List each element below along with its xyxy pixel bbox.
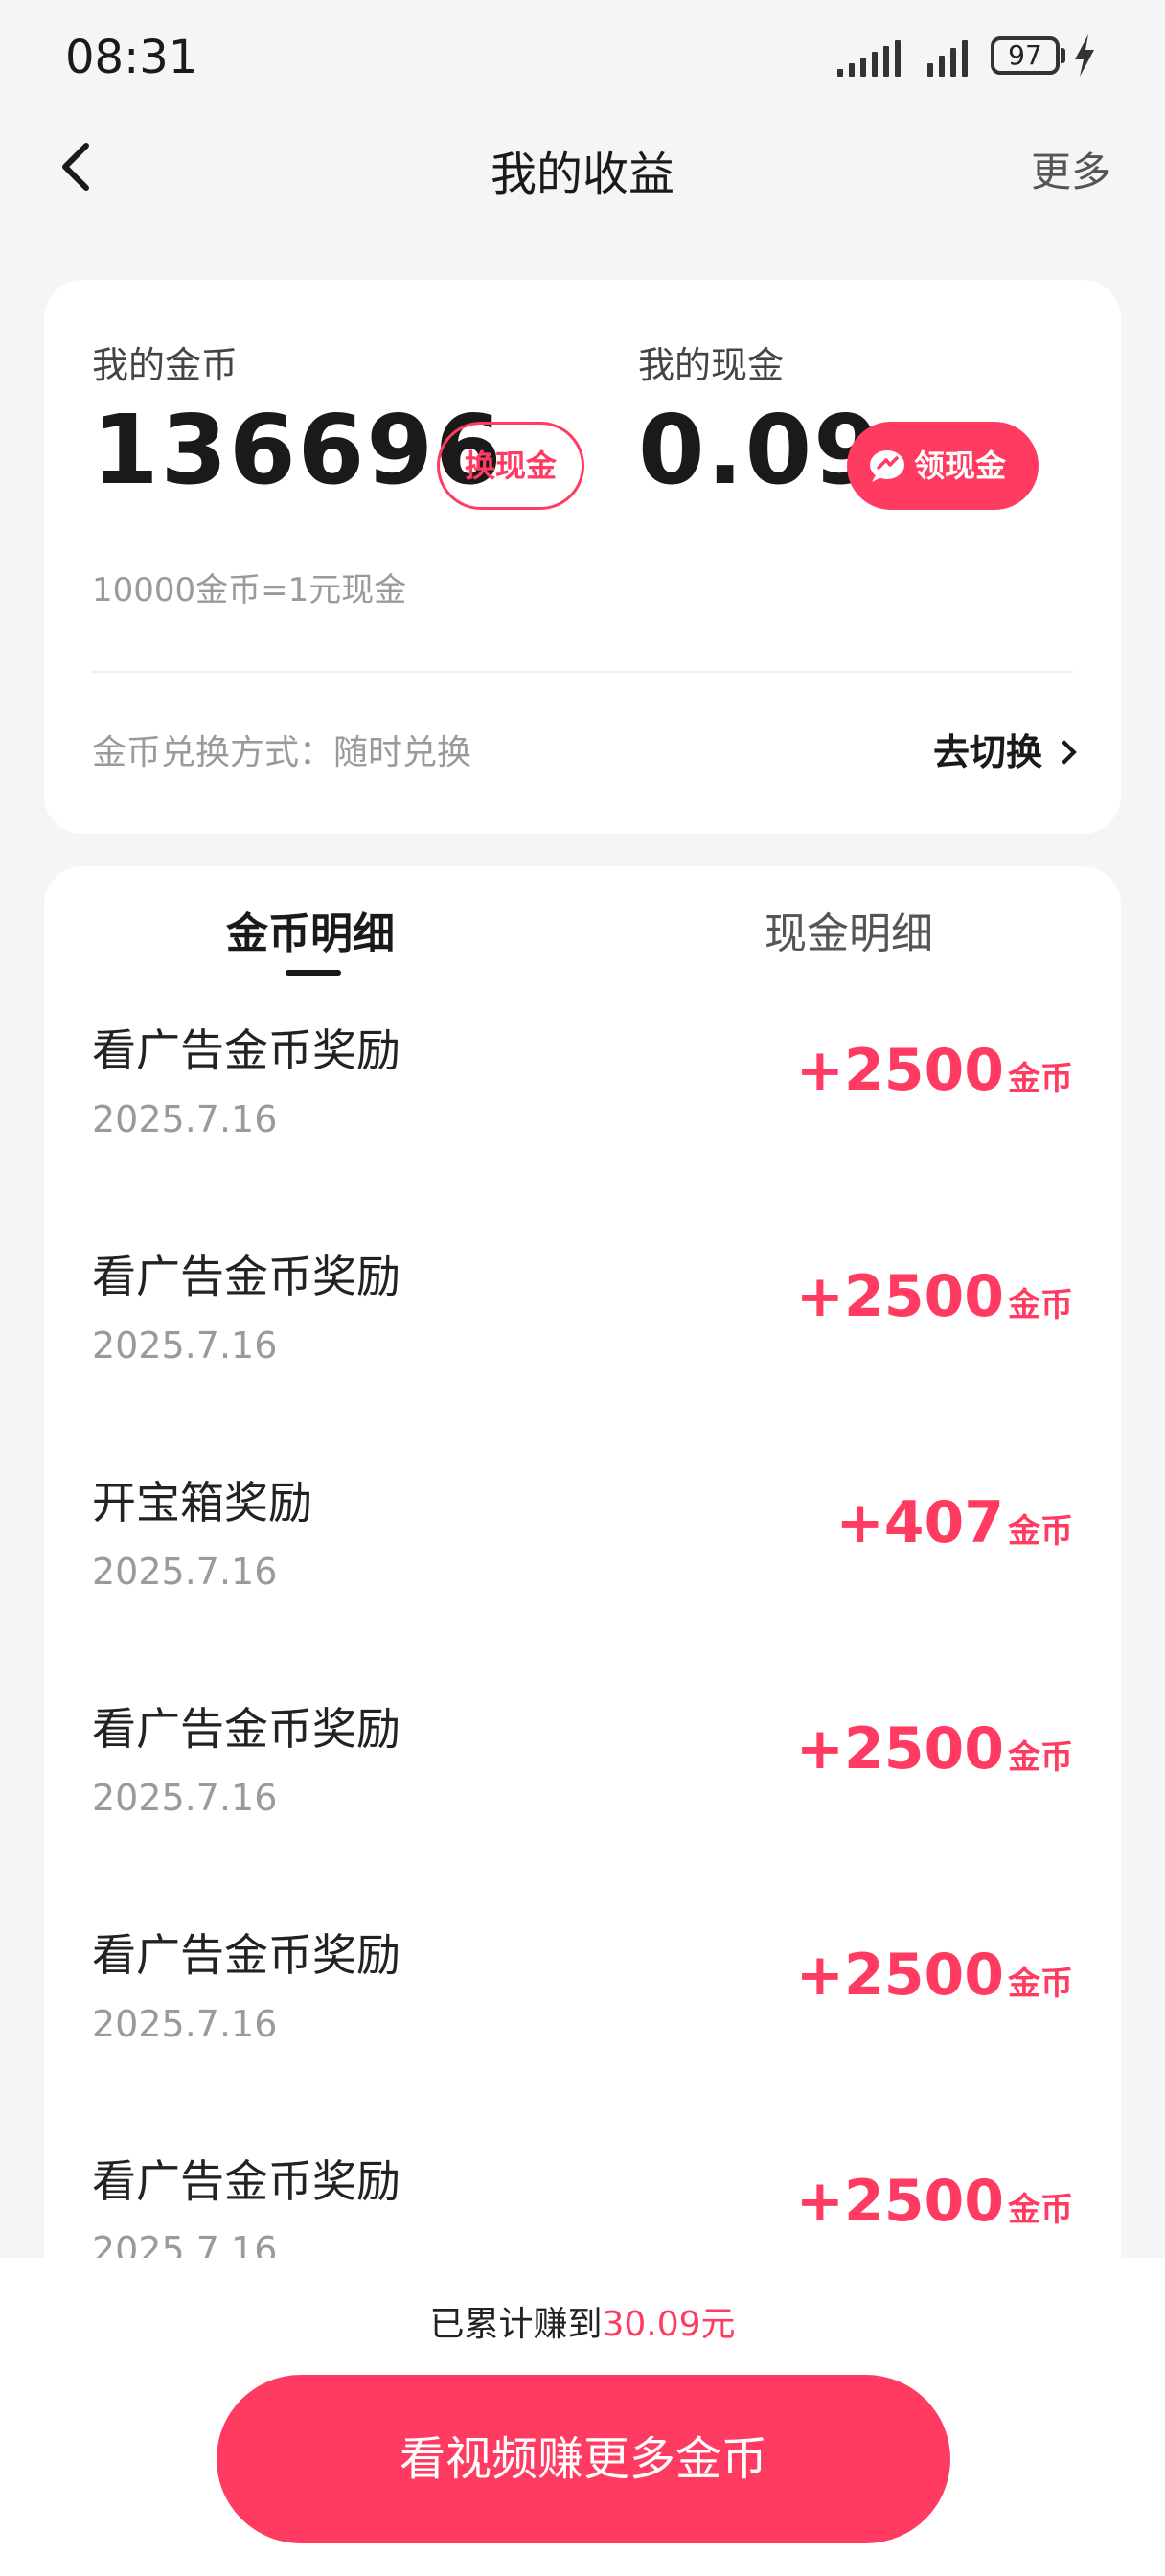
status-time: 08:31 — [65, 31, 198, 84]
battery-tip — [1061, 48, 1065, 63]
signal-icon-2 — [927, 38, 981, 77]
record-amount: +2500 金币 — [796, 1263, 1073, 1330]
record-title: 看广告金币奖励 — [92, 1024, 400, 1076]
record-date: 2025.7.16 — [92, 1777, 278, 1819]
divider — [92, 671, 1073, 673]
page-title: 我的收益 — [490, 148, 674, 201]
record-amount-value: +2500 — [795, 1263, 1004, 1330]
exchange-cash-button[interactable]: 换现金 — [437, 422, 584, 510]
tab-cash-detail[interactable]: 现金明细 — [765, 899, 933, 960]
withdraw-cash-button[interactable]: 领现金 — [847, 422, 1039, 510]
record-amount-value: +2500 — [795, 1715, 1004, 1782]
record-title: 看广告金币奖励 — [92, 2155, 400, 2207]
tab-coin-detail[interactable]: 金币明细 — [226, 899, 395, 960]
record-amount-unit: 金币 — [1008, 2191, 1073, 2229]
more-button[interactable]: 更多 — [1031, 140, 1111, 198]
record-date: 2025.7.16 — [92, 1551, 278, 1593]
total-earned-amount: 30.09元 — [602, 2305, 736, 2344]
switch-method-link[interactable]: 去切换 — [932, 723, 1077, 775]
record-date: 2025.7.16 — [92, 2003, 278, 2045]
record-amount-value: +2500 — [795, 2168, 1004, 2235]
list-item: 看广告金币奖励 2025.7.16 +2500 金币 — [44, 1242, 1121, 1468]
record-amount-value: +407 — [835, 1489, 1004, 1556]
record-title: 看广告金币奖励 — [92, 1703, 400, 1755]
status-bar: 08:31 97 — [0, 0, 1165, 115]
cash-label: 我的现金 — [638, 344, 785, 386]
bottom-panel: 已累计赚到30.09元 看视频赚更多金币 — [0, 2258, 1165, 2576]
record-amount-unit: 金币 — [1008, 1060, 1073, 1098]
list-item: 看广告金币奖励 2025.7.16 +2500 金币 — [44, 1694, 1121, 1920]
chat-bubble-icon — [870, 450, 904, 482]
page: 08:31 97 我的收益 更多 我的金币 136696 换现金 我的现金 0.… — [0, 0, 1165, 2576]
list-item: 看广告金币奖励 2025.7.16 +2500 金币 — [44, 1016, 1121, 1242]
record-amount-unit: 金币 — [1008, 1512, 1073, 1551]
total-earned-text: 已累计赚到30.09元 — [0, 2296, 1165, 2346]
record-title: 看广告金币奖励 — [92, 1929, 400, 1981]
record-title: 开宝箱奖励 — [92, 1477, 312, 1529]
chevron-right-icon — [1052, 740, 1077, 765]
total-earned-prefix: 已累计赚到 — [429, 2305, 603, 2344]
record-amount-unit: 金币 — [1008, 1738, 1073, 1777]
record-amount-value: +2500 — [795, 1037, 1004, 1104]
nav-bar: 我的收益 更多 — [0, 115, 1165, 220]
active-tab-indicator — [286, 970, 341, 976]
charging-bolt-icon — [1075, 34, 1094, 77]
list-item: 开宝箱奖励 2025.7.16 +407 金币 — [44, 1468, 1121, 1694]
withdraw-cash-label: 领现金 — [914, 448, 1007, 484]
record-date: 2025.7.16 — [92, 1098, 278, 1140]
coins-label: 我的金币 — [92, 344, 239, 386]
record-amount: +2500 金币 — [796, 1715, 1073, 1782]
record-title: 看广告金币奖励 — [92, 1251, 400, 1302]
watch-video-earn-button[interactable]: 看视频赚更多金币 — [217, 2375, 950, 2543]
exchange-rate-text: 10000金币=1元现金 — [92, 571, 407, 610]
signal-icon — [837, 38, 906, 77]
record-amount: +2500 金币 — [796, 1037, 1073, 1104]
cash-value: 0.09 — [638, 394, 882, 506]
record-amount: +407 金币 — [835, 1489, 1073, 1556]
exchange-method-text: 金币兑换方式：随时兑换 — [92, 733, 472, 772]
list-item: 看广告金币奖励 2025.7.16 +2500 金币 — [44, 1920, 1121, 2147]
switch-method-label: 去切换 — [932, 731, 1042, 773]
battery-level: 97 — [1008, 39, 1042, 71]
record-amount-value: +2500 — [795, 1942, 1004, 2009]
earnings-summary-card: 我的金币 136696 换现金 我的现金 0.09 领现金 10000金币=1元… — [44, 280, 1121, 834]
record-date: 2025.7.16 — [92, 1324, 278, 1367]
record-amount: +2500 金币 — [796, 2168, 1073, 2235]
record-amount: +2500 金币 — [796, 1942, 1073, 2009]
battery-icon: 97 — [991, 36, 1060, 75]
record-amount-unit: 金币 — [1008, 1965, 1073, 2003]
record-amount-unit: 金币 — [1008, 1286, 1073, 1324]
